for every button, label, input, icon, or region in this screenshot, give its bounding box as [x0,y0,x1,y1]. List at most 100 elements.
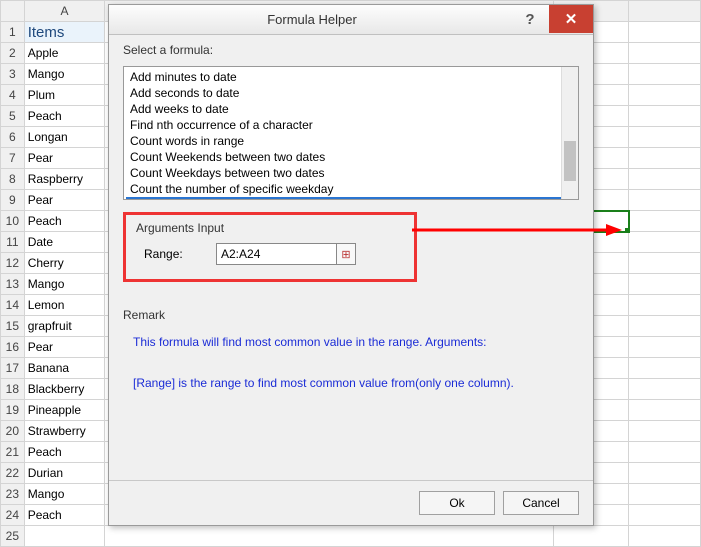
cell[interactable]: Blackberry [24,379,105,400]
cell[interactable] [629,148,701,169]
formula-listbox[interactable]: Add minutes to dateAdd seconds to dateAd… [123,66,579,200]
row-header[interactable]: 12 [1,253,25,274]
cell[interactable] [629,484,701,505]
row-header[interactable]: 3 [1,64,25,85]
cell[interactable]: Plum [24,85,105,106]
row-header[interactable]: 15 [1,316,25,337]
cell[interactable] [629,106,701,127]
row-header[interactable]: 11 [1,232,25,253]
row-header[interactable]: 10 [1,211,25,232]
cell[interactable]: Mango [24,64,105,85]
cell[interactable]: Date [24,232,105,253]
cell[interactable]: Raspberry [24,169,105,190]
cell[interactable]: Peach [24,442,105,463]
formula-item[interactable]: Find most common value [126,197,576,199]
cell[interactable]: Peach [24,106,105,127]
cell[interactable]: Pear [24,337,105,358]
select-formula-label: Select a formula: [123,43,579,57]
row-header[interactable]: 9 [1,190,25,211]
cell[interactable]: Longan [24,127,105,148]
formula-item[interactable]: Count Weekdays between two dates [126,165,576,181]
row-header[interactable]: 23 [1,484,25,505]
cell[interactable] [629,127,701,148]
cell[interactable] [629,295,701,316]
row-header[interactable]: 21 [1,442,25,463]
formula-item[interactable]: Add weeks to date [126,101,576,117]
cell[interactable] [629,421,701,442]
cell[interactable]: Pineapple [24,400,105,421]
formula-item[interactable]: Count Weekends between two dates [126,149,576,165]
formula-item[interactable]: Add minutes to date [126,69,576,85]
row-header[interactable]: 2 [1,43,25,64]
cell[interactable] [629,22,701,43]
cell[interactable]: Peach [24,211,105,232]
close-button[interactable]: ✕ [549,5,593,33]
cell[interactable] [629,274,701,295]
cell[interactable]: Pear [24,190,105,211]
row-header[interactable]: 25 [1,526,25,547]
cell[interactable] [629,442,701,463]
row-header[interactable]: 4 [1,85,25,106]
row-header[interactable]: 22 [1,463,25,484]
range-input[interactable] [217,244,336,264]
cell[interactable] [629,190,701,211]
ok-button[interactable]: Ok [419,491,495,515]
help-button[interactable]: ? [515,9,545,31]
cell[interactable]: Lemon [24,295,105,316]
cell[interactable] [629,505,701,526]
cell[interactable] [629,169,701,190]
cell[interactable] [629,379,701,400]
row-header[interactable]: 17 [1,358,25,379]
row-header[interactable]: 7 [1,148,25,169]
cell[interactable]: Pear [24,148,105,169]
cell[interactable] [554,526,629,547]
cell[interactable] [629,463,701,484]
scrollbar-thumb[interactable] [564,141,576,181]
col-header-A[interactable]: A [24,1,105,22]
cell[interactable] [629,400,701,421]
cell[interactable] [629,358,701,379]
cell[interactable] [629,526,701,547]
cell[interactable]: Strawberry [24,421,105,442]
items-header[interactable]: Items [24,22,105,43]
row-header[interactable]: 16 [1,337,25,358]
cell[interactable] [629,211,701,232]
select-all-corner[interactable] [1,1,25,22]
formula-item[interactable]: Count the number of specific weekday [126,181,576,197]
formula-item[interactable]: Count words in range [126,133,576,149]
row-header[interactable]: 19 [1,400,25,421]
cell[interactable] [24,526,105,547]
row-header[interactable]: 5 [1,106,25,127]
cell[interactable]: Mango [24,484,105,505]
row-header[interactable]: 8 [1,169,25,190]
listbox-scrollbar[interactable]: ▲ ▼ [561,67,578,199]
cell[interactable]: grapfruit [24,316,105,337]
range-picker-icon: ⊞ [341,248,350,261]
row-header[interactable]: 14 [1,295,25,316]
cell[interactable] [629,43,701,64]
cell[interactable]: Cherry [24,253,105,274]
row-header[interactable]: 13 [1,274,25,295]
cell[interactable]: Banana [24,358,105,379]
cell[interactable] [629,64,701,85]
row-header[interactable]: 6 [1,127,25,148]
cell[interactable] [629,337,701,358]
cell[interactable]: Durian [24,463,105,484]
cell[interactable] [629,232,701,253]
cell[interactable]: Peach [24,505,105,526]
row-header[interactable]: 1 [1,22,25,43]
cell[interactable] [629,253,701,274]
dialog-titlebar[interactable]: Formula Helper ? ✕ [109,5,593,35]
formula-item[interactable]: Add seconds to date [126,85,576,101]
row-header[interactable]: 20 [1,421,25,442]
row-header[interactable]: 24 [1,505,25,526]
cell[interactable] [629,316,701,337]
cell[interactable]: Apple [24,43,105,64]
cell[interactable] [105,526,554,547]
cell[interactable] [629,85,701,106]
cancel-button[interactable]: Cancel [503,491,579,515]
row-header[interactable]: 18 [1,379,25,400]
formula-item[interactable]: Find nth occurrence of a character [126,117,576,133]
cell[interactable]: Mango [24,274,105,295]
range-picker-button[interactable]: ⊞ [336,244,355,264]
